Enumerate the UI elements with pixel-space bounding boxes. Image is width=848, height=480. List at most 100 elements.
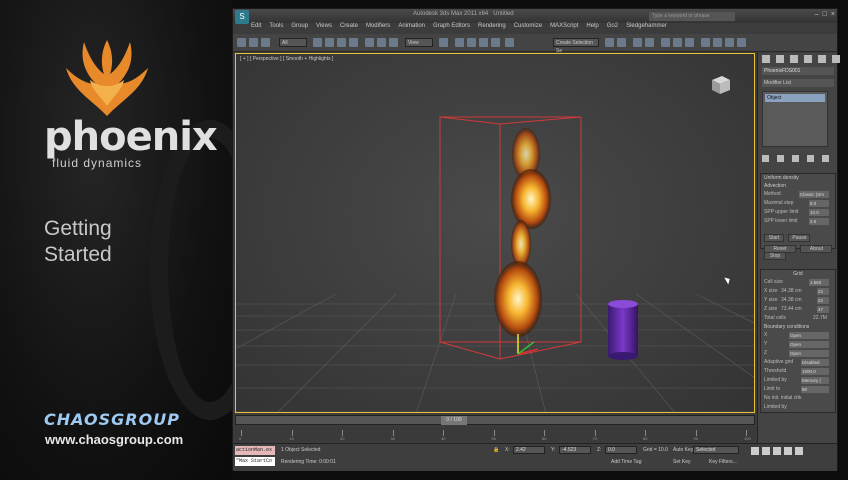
render-icon[interactable]: [725, 38, 734, 47]
time-slider[interactable]: 0 / 100: [441, 416, 467, 425]
maxscript-listener-line2[interactable]: "Max StartCo: [235, 457, 275, 466]
curve-editor-icon[interactable]: [661, 38, 670, 47]
menu-item[interactable]: MAXScript: [550, 23, 578, 33]
menu-item[interactable]: Modifiers: [366, 23, 390, 33]
material-editor-icon[interactable]: [685, 38, 694, 47]
gizmo[interactable]: [517, 334, 539, 355]
display-tab-icon[interactable]: [818, 55, 826, 63]
adaptive-dropdown[interactable]: Disabled: [801, 359, 829, 366]
pivot-icon[interactable]: [439, 38, 448, 47]
auto-key-label[interactable]: Auto Key: [673, 447, 693, 453]
named-selection-dropdown[interactable]: Create Selection Se: [553, 38, 599, 54]
no-init-row[interactable]: No init. initial chk: [761, 394, 835, 403]
scale-icon[interactable]: [389, 38, 398, 47]
layer-icon[interactable]: [633, 38, 642, 47]
graphite-icon[interactable]: [645, 38, 654, 47]
modifier-list-dropdown[interactable]: Modifier List: [762, 79, 834, 87]
menu-item[interactable]: Create: [340, 23, 358, 33]
play-icon[interactable]: [773, 447, 781, 455]
redo-icon[interactable]: [249, 38, 258, 47]
move-icon[interactable]: [365, 38, 374, 47]
viewcube-icon[interactable]: [708, 74, 734, 96]
xsize-cells-spinner[interactable]: 22: [817, 288, 829, 295]
window-crossing-icon[interactable]: [349, 38, 358, 47]
render-setup-icon[interactable]: [701, 38, 710, 47]
stop-button[interactable]: Stop: [764, 252, 786, 260]
threshold-spinner[interactable]: 1000.0: [801, 368, 829, 375]
max-step-spinner[interactable]: 8.0: [809, 200, 829, 207]
boundary-z-dropdown[interactable]: Open: [789, 350, 829, 357]
limited-by-dropdown[interactable]: Memory (: [801, 377, 829, 384]
configure-sets-icon[interactable]: [822, 155, 829, 162]
limit-to-spinner[interactable]: 90: [801, 386, 829, 393]
go-to-start-icon[interactable]: [751, 447, 759, 455]
ref-coord-dropdown[interactable]: View: [405, 38, 433, 47]
no-init-checkbox-label[interactable]: No init. initial chk: [764, 395, 802, 401]
reset-button[interactable]: Reset: [764, 245, 796, 253]
pin-stack-icon[interactable]: [762, 155, 769, 162]
close-icon[interactable]: ×: [831, 11, 835, 18]
spp-upper-spinner[interactable]: 10.0: [809, 209, 829, 216]
spinner-snap-icon[interactable]: [491, 38, 500, 47]
render-frame-icon[interactable]: [713, 38, 722, 47]
rect-select-icon[interactable]: [337, 38, 346, 47]
method-dropdown[interactable]: Classic (Sm: [799, 191, 829, 198]
teapot-icon[interactable]: [737, 38, 746, 47]
add-time-tag[interactable]: Add Time Tag: [611, 459, 641, 465]
modify-tab-icon[interactable]: [776, 55, 784, 63]
ysize-cells-spinner[interactable]: 22: [817, 297, 829, 304]
lock-icon[interactable]: 🔒: [493, 447, 499, 453]
trackbar[interactable]: 0 10 20 30 40 50 60 70 80 90 100: [235, 427, 755, 441]
select-by-name-icon[interactable]: [325, 38, 334, 47]
time-slider-track[interactable]: 0 / 100: [235, 415, 755, 425]
next-frame-icon[interactable]: [784, 447, 792, 455]
minimize-icon[interactable]: –: [815, 11, 819, 18]
maxscript-listener-line1[interactable]: actionMan.ex: [235, 446, 275, 455]
y-coord-field[interactable]: -4.523: [559, 446, 591, 454]
menu-item[interactable]: Help: [586, 23, 598, 33]
x-coord-field[interactable]: 2.42: [513, 446, 545, 454]
app-logo-icon[interactable]: S: [235, 10, 249, 24]
hierarchy-tab-icon[interactable]: [790, 55, 798, 63]
rotate-icon[interactable]: [377, 38, 386, 47]
menu-item[interactable]: Tools: [269, 23, 283, 33]
menu-item[interactable]: Customize: [514, 23, 542, 33]
make-unique-icon[interactable]: [792, 155, 799, 162]
prev-frame-icon[interactable]: [762, 447, 770, 455]
maximize-icon[interactable]: □: [823, 11, 827, 18]
object-name-field[interactable]: PhoenixFDS001: [762, 67, 834, 75]
remove-modifier-icon[interactable]: [807, 155, 814, 162]
stack-item-object[interactable]: Object: [765, 94, 825, 102]
selected-dropdown[interactable]: Selected: [693, 446, 739, 454]
undo-icon[interactable]: [237, 38, 246, 47]
menu-item[interactable]: Animation: [398, 23, 425, 33]
menu-item[interactable]: Sledgehammer: [626, 23, 667, 33]
utilities-tab-icon[interactable]: [832, 55, 840, 63]
percent-snap-icon[interactable]: [479, 38, 488, 47]
menu-item[interactable]: Graph Editors: [433, 23, 470, 33]
selection-filter-dropdown[interactable]: All: [279, 38, 307, 47]
show-end-result-icon[interactable]: [777, 155, 784, 162]
mirror-icon[interactable]: [605, 38, 614, 47]
create-tab-icon[interactable]: [762, 55, 770, 63]
angle-snap-icon[interactable]: [467, 38, 476, 47]
search-input[interactable]: Type a keyword or phrase: [649, 12, 735, 21]
menu-item[interactable]: Group: [291, 23, 308, 33]
cell-size-spinner[interactable]: 1.563: [809, 279, 829, 286]
rollout-about-title[interactable]: Uniform density: [761, 174, 835, 182]
align-icon[interactable]: [617, 38, 626, 47]
modifier-stack[interactable]: Object: [762, 91, 828, 147]
menu-item[interactable]: Views: [316, 23, 332, 33]
schematic-icon[interactable]: [673, 38, 682, 47]
go-to-end-icon[interactable]: [795, 447, 803, 455]
boundary-y-dropdown[interactable]: Open: [789, 341, 829, 348]
boundary-x-dropdown[interactable]: Open: [789, 332, 829, 339]
edit-named-sel-icon[interactable]: [505, 38, 514, 47]
grid-title[interactable]: Grid: [761, 270, 835, 278]
purple-cylinder[interactable]: [608, 300, 638, 360]
menu-item[interactable]: Edit: [251, 23, 261, 33]
snap-icon[interactable]: [455, 38, 464, 47]
set-key-button[interactable]: Set Key: [673, 459, 691, 465]
link-icon[interactable]: [261, 38, 270, 47]
select-icon[interactable]: [313, 38, 322, 47]
